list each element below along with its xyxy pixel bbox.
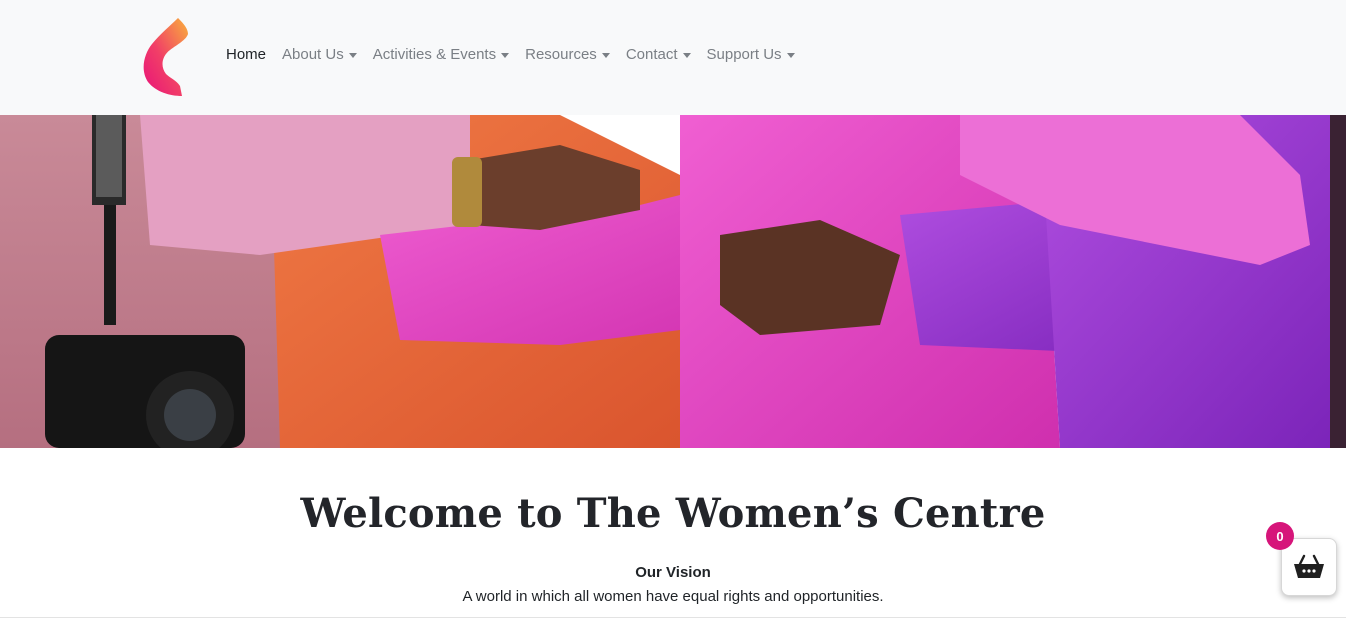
cart-count-badge: 0 (1266, 522, 1294, 550)
logo-icon[interactable] (142, 16, 190, 98)
nav-item-activities-events[interactable]: Activities & Events (372, 46, 510, 63)
caret-down-icon (501, 52, 510, 58)
nav-item-label: Contact (625, 46, 678, 63)
navbar: Home About Us Activities & Events Resour… (0, 0, 1346, 115)
vision-text: A world in which all women have equal ri… (462, 588, 884, 605)
cart-button[interactable] (1281, 538, 1337, 596)
caret-down-icon (601, 52, 610, 58)
nav-item-resources[interactable]: Resources (525, 46, 610, 63)
nav-item-label: About Us (282, 46, 344, 63)
linked-arms-photo (0, 115, 1346, 448)
caret-down-icon (786, 52, 795, 58)
nav-item-label: Support Us (706, 46, 782, 63)
nav-item-contact[interactable]: Contact (626, 46, 691, 63)
hero-image (0, 115, 1346, 448)
caret-down-icon (348, 52, 357, 58)
nav-item-about-us[interactable]: About Us (282, 46, 357, 63)
nav-item-support-us[interactable]: Support Us (707, 46, 795, 63)
divider (0, 617, 1346, 618)
main-nav: Home About Us Activities & Events Resour… (226, 46, 811, 63)
nav-item-label: Resources (525, 46, 597, 63)
page-title: Welcome to The Women’s Centre (300, 490, 1046, 537)
caret-down-icon (682, 52, 691, 58)
vision-heading: Our Vision (635, 564, 711, 581)
basket-icon (1294, 554, 1324, 578)
nav-item-label: Activities & Events (372, 46, 497, 63)
nav-item-label: Home (226, 46, 267, 63)
nav-item-home[interactable]: Home (226, 46, 266, 63)
